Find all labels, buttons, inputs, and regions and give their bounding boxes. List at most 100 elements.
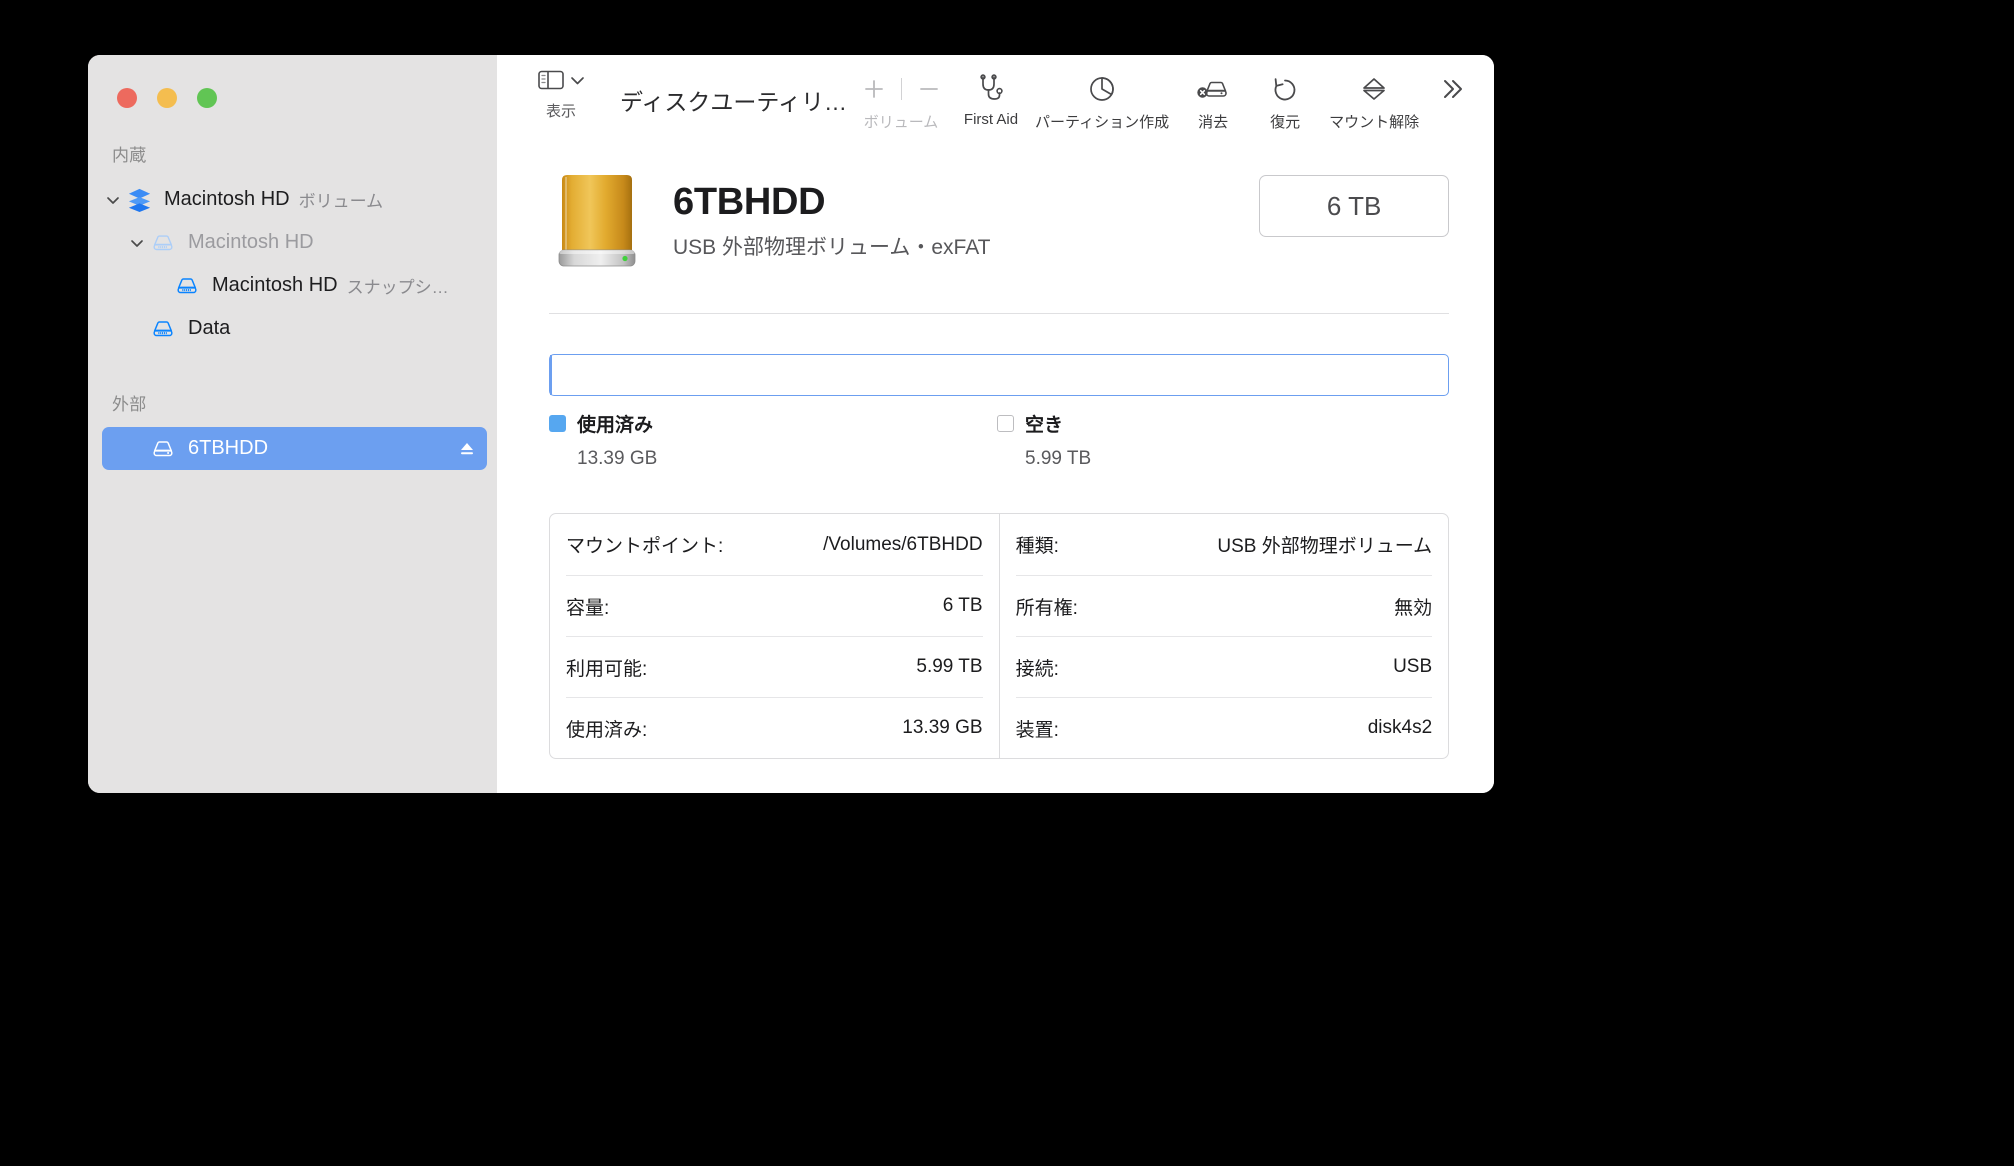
sidebar-toggle-button[interactable] [537,69,585,91]
info-row: 利用可能: 5.99 TB [566,636,983,697]
eject-icon[interactable] [457,439,477,459]
sidebar-item-macintosh-hd-snapshot[interactable]: Macintosh HD スナップシ… [102,264,487,307]
pie-chart-icon [1090,77,1114,101]
external-hdd-gold-icon [549,171,645,271]
sidebar-toggle-group[interactable]: 表示 [530,69,592,121]
info-key: 使用済み: [566,719,648,741]
sidebar-item-macintosh-hd-container[interactable]: Macintosh HD [102,221,487,264]
legend-swatch-free [997,415,1014,432]
eject-icon [1363,78,1385,100]
info-column-left: マウントポイント: /Volumes/6TBHDD 容量: 6 TB 利用可能:… [550,514,999,758]
sidebar-section-header-external: 外部 [112,395,147,414]
toolbar-button-label: 復元 [1270,114,1301,131]
info-key: 利用可能: [566,658,648,680]
disk-icon [148,436,178,462]
stethoscope-icon [980,74,1003,100]
header-divider [549,313,1450,314]
capacity-badge: 6 TB [1259,175,1450,237]
main-panel: 表示 ディスクユーティリ… ボリューム First Aid パーティション作成 … [497,55,1494,793]
toolbar-button-unmount[interactable]: マウント解除 [1321,69,1427,132]
info-row: 使用済み: 13.39 GB [566,697,983,758]
toolbar-button-restore[interactable]: 復元 [1249,69,1321,132]
toolbar-button-partition[interactable]: パーティション作成 [1027,69,1177,132]
disk-name: 6TBHDD [673,181,826,223]
disk-icon [148,230,178,256]
legend-value-used: 13.39 GB [577,448,658,469]
info-row: 容量: 6 TB [566,575,983,636]
plus-icon [864,80,883,98]
volume-group-icon [124,186,154,213]
restore-undo-icon [1274,78,1296,101]
sidebar-item-label: Macintosh HD [188,231,314,253]
disk-info-table: マウントポイント: /Volumes/6TBHDD 容量: 6 TB 利用可能:… [549,513,1450,759]
toolbar-button-label: ボリューム [863,114,939,131]
toolbar-button-label: First Aid [963,111,1019,128]
sidebar-group-external: 6TBHDD [88,427,497,470]
chevron-double-right-icon [1444,80,1463,98]
minimize-button[interactable] [157,88,177,108]
chevron-down-icon[interactable] [102,193,124,207]
storage-legend: 使用済み 13.39 GB 空き 5.99 TB [549,410,1449,470]
toolbar: 表示 ディスクユーティリ… ボリューム First Aid パーティション作成 … [497,55,1494,147]
toolbar-button-erase[interactable]: 消去 [1177,69,1249,132]
info-value: disk4s2 [1367,717,1433,738]
info-row: 種類: USB 外部物理ボリューム [1016,514,1433,575]
toolbar-button-label: 消去 [1198,114,1229,131]
toolbar-button-label: パーティション作成 [1035,114,1170,131]
zoom-button[interactable] [197,88,217,108]
sidebar-section-header-internal: 内蔵 [112,146,147,165]
info-key: 装置: [1015,719,1059,741]
info-value: USB 外部物理ボリューム [1217,536,1433,557]
sidebar-item-label: Macintosh HD [164,188,290,210]
traffic-lights [117,88,217,108]
erase-disk-icon [1197,81,1227,98]
info-row: 接続: USB [1015,636,1433,697]
info-value: 6 TB [942,595,983,616]
toolbar-button-first-aid[interactable]: First Aid [955,69,1027,128]
storage-used-fill [550,355,552,395]
sidebar-item-label: 6TBHDD [188,437,269,459]
toolbar-button-volume[interactable]: ボリューム [847,69,955,132]
info-value: 無効 [1394,597,1433,619]
info-key: 所有権: [1015,597,1078,619]
info-column-right: 種類: USB 外部物理ボリューム 所有権: 無効 接続: USB 装置: di… [998,514,1449,758]
close-button[interactable] [117,88,137,108]
info-row: マウントポイント: /Volumes/6TBHDD [566,514,983,575]
storage-usage-bar [549,354,1450,396]
sidebar-item-label: Data [188,317,231,339]
disk-icon [148,316,178,342]
legend-label-free: 空き [1025,415,1064,436]
minus-icon [919,88,938,90]
sidebar-item-label: Macintosh HD [212,274,338,296]
info-value: 5.99 TB [916,656,983,677]
sidebar-item-macintosh-hd-volume[interactable]: Macintosh HD ボリューム [102,178,487,221]
sidebar-item-6tbhdd[interactable]: 6TBHDD [102,427,487,470]
disk-subtitle: USB 外部物理ボリューム・exFAT [673,236,991,259]
legend-label-used: 使用済み [577,415,654,436]
info-value: /Volumes/6TBHDD [823,533,983,555]
sidebar-toggle-caption: 表示 [545,103,576,120]
sidebar-group-internal: Macintosh HD ボリューム Macintosh HD Macintos… [88,178,497,350]
info-key: 容量: [566,597,610,619]
info-value: USB [1393,656,1433,677]
legend-item-used: 使用済み 13.39 GB [549,410,997,470]
legend-swatch-used [549,415,566,432]
toolbar-overflow-button[interactable] [1427,69,1477,109]
info-key: 種類: [1015,536,1059,557]
sidebar-item-sublabel: ボリューム [298,192,384,211]
window-title: ディスクユーティリ… [620,89,848,115]
info-key: マウントポイント: [566,536,724,557]
chevron-down-icon[interactable] [126,236,148,250]
disk-header: 6TBHDD USB 外部物理ボリューム・exFAT 6 TB [549,171,1450,271]
toolbar-button-label: マウント解除 [1329,114,1420,131]
legend-item-free: 空き 5.99 TB [997,410,1445,470]
sidebar-item-data[interactable]: Data [102,307,487,350]
sidebar-icon [537,70,564,90]
legend-value-free: 5.99 TB [1025,448,1092,469]
disk-utility-window: 内蔵 Macintosh HD ボリューム Macintosh HD Macin… [88,55,1494,793]
toolbar-items: ボリューム First Aid パーティション作成 消去 復元 マウント解除 [847,69,1477,132]
info-value: 13.39 GB [902,717,983,738]
info-row: 装置: disk4s2 [1015,697,1433,758]
chevron-down-icon [570,76,584,84]
sidebar: 内蔵 Macintosh HD ボリューム Macintosh HD Macin… [88,55,497,793]
